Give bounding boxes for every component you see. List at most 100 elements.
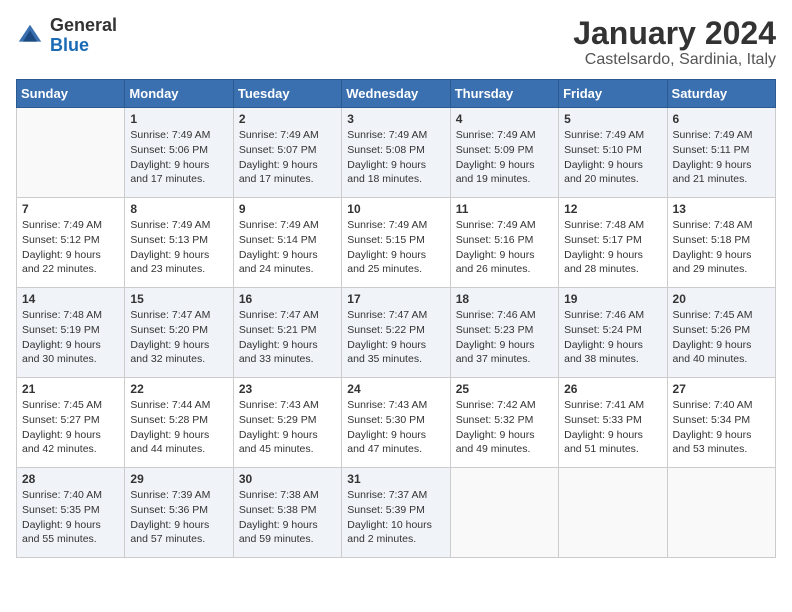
cell-w2-d4: 10 Sunrise: 7:49 AMSunset: 5:15 PMDayligh…: [342, 198, 450, 288]
cell-w3-d1: 14 Sunrise: 7:48 AMSunset: 5:19 PMDayligh…: [17, 288, 125, 378]
day-info-28: Sunrise: 7:40 AMSunset: 5:35 PMDaylight:…: [22, 488, 119, 547]
day-number-1: 1: [130, 112, 227, 126]
cell-w4-d5: 25 Sunrise: 7:42 AMSunset: 5:32 PMDayligh…: [450, 378, 558, 468]
week-row-4: 21Sunrise: 7:45 AMSunset: 5:27 PMDayligh…: [17, 378, 776, 468]
day-info-17: Sunrise: 7:47 AMSunset: 5:22 PMDaylight:…: [347, 308, 444, 367]
day-number-4: 4: [456, 112, 553, 126]
day-number-27: 27: [673, 382, 770, 396]
header-row: Sunday Monday Tuesday Wednesday Thursday…: [17, 80, 776, 108]
day-info-13: Sunrise: 7:48 AMSunset: 5:18 PMDaylight:…: [673, 218, 770, 277]
cell-w5-d4: 31 Sunrise: 7:37 AMSunset: 5:39 PMDayligh…: [342, 468, 450, 558]
day-info-18: Sunrise: 7:46 AMSunset: 5:23 PMDaylight:…: [456, 308, 553, 367]
day-info-9: Sunrise: 7:49 AMSunset: 5:14 PMDaylight:…: [239, 218, 336, 277]
logo: General Blue: [16, 16, 117, 56]
day-number-16: 16: [239, 292, 336, 306]
day-number-29: 29: [130, 472, 227, 486]
week-row-3: 14 Sunrise: 7:48 AMSunset: 5:19 PMDayligh…: [17, 288, 776, 378]
week-row-5: 28Sunrise: 7:40 AMSunset: 5:35 PMDayligh…: [17, 468, 776, 558]
day-info-1: Sunrise: 7:49 AMSunset: 5:06 PMDaylight:…: [130, 128, 227, 187]
day-info-11: Sunrise: 7:49 AMSunset: 5:16 PMDaylight:…: [456, 218, 553, 277]
cell-w3-d7: 20Sunrise: 7:45 AMSunset: 5:26 PMDayligh…: [667, 288, 775, 378]
page-header: General Blue January 2024 Castelsardo, S…: [16, 16, 776, 69]
cell-w3-d3: 16 Sunrise: 7:47 AMSunset: 5:21 PMDayligh…: [233, 288, 341, 378]
day-info-29: Sunrise: 7:39 AMSunset: 5:36 PMDaylight:…: [130, 488, 227, 547]
cell-w1-d2: 1 Sunrise: 7:49 AMSunset: 5:06 PMDaylight…: [125, 108, 233, 198]
header-wednesday: Wednesday: [342, 80, 450, 108]
day-number-25: 25: [456, 382, 553, 396]
cell-w3-d4: 17 Sunrise: 7:47 AMSunset: 5:22 PMDayligh…: [342, 288, 450, 378]
day-info-20: Sunrise: 7:45 AMSunset: 5:26 PMDaylight:…: [673, 308, 770, 367]
title-area: January 2024 Castelsardo, Sardinia, Ital…: [573, 16, 776, 69]
cell-w5-d6: [559, 468, 667, 558]
day-number-22: 22: [130, 382, 227, 396]
day-info-12: Sunrise: 7:48 AMSunset: 5:17 PMDaylight:…: [564, 218, 661, 277]
cell-w1-d7: 6 Sunrise: 7:49 AMSunset: 5:11 PMDaylight…: [667, 108, 775, 198]
day-number-26: 26: [564, 382, 661, 396]
day-number-24: 24: [347, 382, 444, 396]
day-info-25: Sunrise: 7:42 AMSunset: 5:32 PMDaylight:…: [456, 398, 553, 457]
main-title: January 2024: [573, 16, 776, 51]
day-number-11: 11: [456, 202, 553, 216]
cell-w5-d2: 29 Sunrise: 7:39 AMSunset: 5:36 PMDayligh…: [125, 468, 233, 558]
day-info-19: Sunrise: 7:46 AMSunset: 5:24 PMDaylight:…: [564, 308, 661, 367]
cell-w2-d1: 7Sunrise: 7:49 AMSunset: 5:12 PMDaylight…: [17, 198, 125, 288]
day-number-31: 31: [347, 472, 444, 486]
logo-blue: Blue: [50, 35, 89, 55]
cell-w1-d5: 4 Sunrise: 7:49 AMSunset: 5:09 PMDaylight…: [450, 108, 558, 198]
day-info-15: Sunrise: 7:47 AMSunset: 5:20 PMDaylight:…: [130, 308, 227, 367]
day-number-14: 14: [22, 292, 119, 306]
header-tuesday: Tuesday: [233, 80, 341, 108]
day-number-2: 2: [239, 112, 336, 126]
cell-w1-d3: 2Sunrise: 7:49 AMSunset: 5:07 PMDaylight…: [233, 108, 341, 198]
day-number-6: 6: [673, 112, 770, 126]
day-info-26: Sunrise: 7:41 AMSunset: 5:33 PMDaylight:…: [564, 398, 661, 457]
cell-w5-d1: 28Sunrise: 7:40 AMSunset: 5:35 PMDayligh…: [17, 468, 125, 558]
logo-general: General: [50, 15, 117, 35]
cell-w2-d5: 11 Sunrise: 7:49 AMSunset: 5:16 PMDayligh…: [450, 198, 558, 288]
cell-w4-d2: 22 Sunrise: 7:44 AMSunset: 5:28 PMDayligh…: [125, 378, 233, 468]
day-info-21: Sunrise: 7:45 AMSunset: 5:27 PMDaylight:…: [22, 398, 119, 457]
header-monday: Monday: [125, 80, 233, 108]
cell-w2-d6: 12 Sunrise: 7:48 AMSunset: 5:17 PMDayligh…: [559, 198, 667, 288]
day-number-8: 8: [130, 202, 227, 216]
subtitle: Castelsardo, Sardinia, Italy: [573, 51, 776, 69]
header-thursday: Thursday: [450, 80, 558, 108]
day-info-27: Sunrise: 7:40 AMSunset: 5:34 PMDaylight:…: [673, 398, 770, 457]
day-info-16: Sunrise: 7:47 AMSunset: 5:21 PMDaylight:…: [239, 308, 336, 367]
cell-w1-d6: 5Sunrise: 7:49 AMSunset: 5:10 PMDaylight…: [559, 108, 667, 198]
day-number-13: 13: [673, 202, 770, 216]
day-info-22: Sunrise: 7:44 AMSunset: 5:28 PMDaylight:…: [130, 398, 227, 457]
cell-w3-d2: 15 Sunrise: 7:47 AMSunset: 5:20 PMDayligh…: [125, 288, 233, 378]
day-info-31: Sunrise: 7:37 AMSunset: 5:39 PMDaylight:…: [347, 488, 444, 547]
calendar-body: 1 Sunrise: 7:49 AMSunset: 5:06 PMDaylight…: [17, 108, 776, 558]
cell-w3-d5: 18Sunrise: 7:46 AMSunset: 5:23 PMDayligh…: [450, 288, 558, 378]
day-info-14: Sunrise: 7:48 AMSunset: 5:19 PMDaylight:…: [22, 308, 119, 367]
day-number-3: 3: [347, 112, 444, 126]
day-number-17: 17: [347, 292, 444, 306]
cell-w4-d3: 23Sunrise: 7:43 AMSunset: 5:29 PMDayligh…: [233, 378, 341, 468]
day-info-4: Sunrise: 7:49 AMSunset: 5:09 PMDaylight:…: [456, 128, 553, 187]
day-number-7: 7: [22, 202, 119, 216]
day-number-9: 9: [239, 202, 336, 216]
cell-w5-d3: 30Sunrise: 7:38 AMSunset: 5:38 PMDayligh…: [233, 468, 341, 558]
cell-w1-d1: [17, 108, 125, 198]
day-info-10: Sunrise: 7:49 AMSunset: 5:15 PMDaylight:…: [347, 218, 444, 277]
cell-w4-d4: 24 Sunrise: 7:43 AMSunset: 5:30 PMDayligh…: [342, 378, 450, 468]
day-number-19: 19: [564, 292, 661, 306]
day-number-10: 10: [347, 202, 444, 216]
day-number-12: 12: [564, 202, 661, 216]
calendar-table: Sunday Monday Tuesday Wednesday Thursday…: [16, 79, 776, 558]
cell-w2-d3: 9 Sunrise: 7:49 AMSunset: 5:14 PMDaylight…: [233, 198, 341, 288]
logo-text: General Blue: [50, 16, 117, 56]
logo-icon: [16, 22, 44, 50]
day-number-23: 23: [239, 382, 336, 396]
cell-w2-d7: 13 Sunrise: 7:48 AMSunset: 5:18 PMDayligh…: [667, 198, 775, 288]
day-info-6: Sunrise: 7:49 AMSunset: 5:11 PMDaylight:…: [673, 128, 770, 187]
cell-w5-d5: [450, 468, 558, 558]
day-info-5: Sunrise: 7:49 AMSunset: 5:10 PMDaylight:…: [564, 128, 661, 187]
header-friday: Friday: [559, 80, 667, 108]
day-number-15: 15: [130, 292, 227, 306]
header-sunday: Sunday: [17, 80, 125, 108]
day-info-24: Sunrise: 7:43 AMSunset: 5:30 PMDaylight:…: [347, 398, 444, 457]
cell-w1-d4: 3Sunrise: 7:49 AMSunset: 5:08 PMDaylight…: [342, 108, 450, 198]
